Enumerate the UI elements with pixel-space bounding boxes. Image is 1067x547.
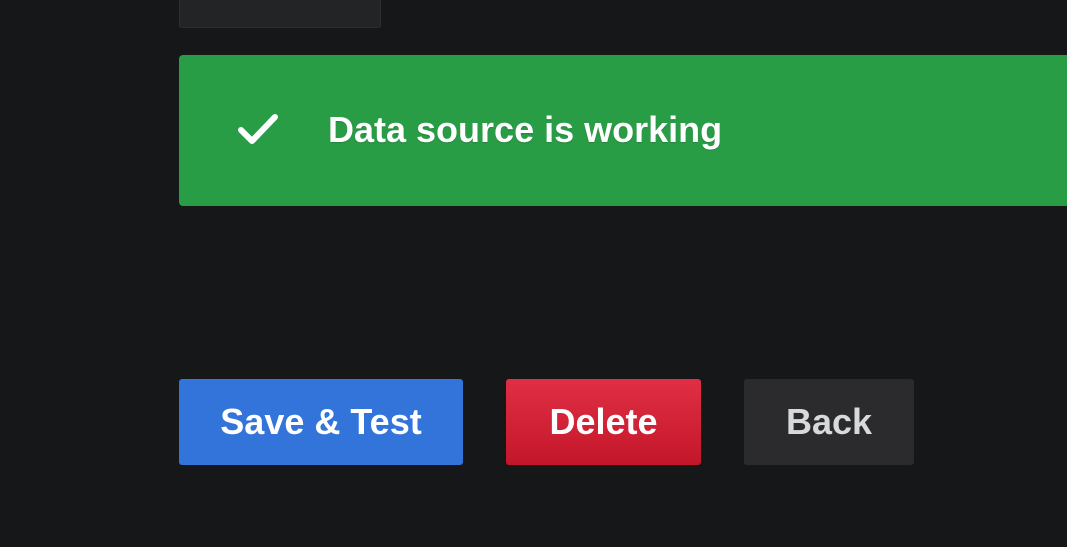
delete-button[interactable]: Delete <box>506 379 701 465</box>
save-and-test-button[interactable]: Save & Test <box>179 379 463 465</box>
previous-input-field[interactable] <box>179 0 381 28</box>
success-alert: Data source is working <box>179 55 1067 206</box>
check-icon <box>237 111 279 147</box>
alert-message: Data source is working <box>328 109 723 150</box>
datasource-settings-page: Data source is working Save & Test Delet… <box>0 0 1067 547</box>
back-button[interactable]: Back <box>744 379 914 465</box>
